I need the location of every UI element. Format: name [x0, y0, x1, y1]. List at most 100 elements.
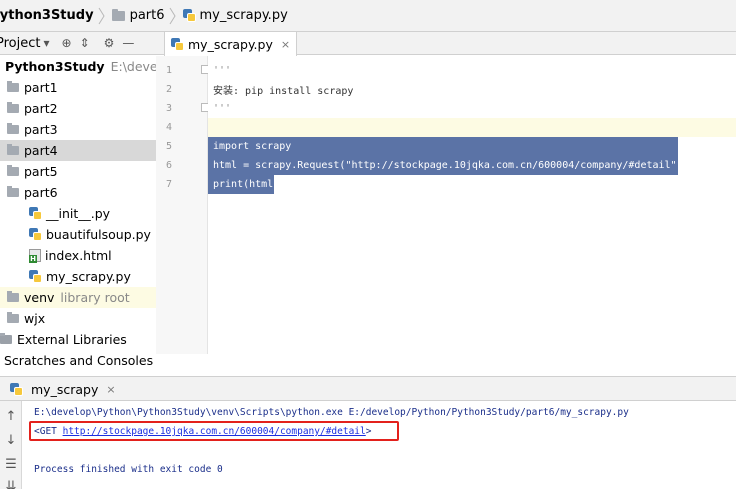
code-line: ''' [208, 61, 736, 80]
code-text: 安装: pip install scrapy [213, 86, 354, 97]
editor-tabbar: my_scrapy.py × [156, 32, 736, 56]
tree-item-my-scrapy-py[interactable]: my_scrapy.py [0, 266, 156, 287]
run-side-toolbar: ↑ ↓ ☰ ⇊ [0, 401, 22, 489]
tree-item-init-py[interactable]: __init__.py [0, 203, 156, 224]
tab-run-my-scrapy[interactable]: my_scrapy × [10, 377, 116, 401]
line-number: 1 [165, 65, 172, 76]
tree-item-label: part6 [24, 185, 58, 200]
tree-item-part2[interactable]: part2 [0, 98, 156, 119]
console-exit-line: Process finished with exit code 0 [34, 464, 223, 475]
folder-icon [111, 8, 125, 21]
close-icon[interactable]: × [106, 383, 115, 396]
line-number: 5 [165, 141, 172, 152]
line-number: 4 [165, 122, 172, 133]
code-line-current [208, 118, 736, 137]
python-file-icon [29, 270, 42, 283]
tree-item-label: part4 [24, 143, 58, 158]
breadcrumb: Python3Study part6 my_scrapy.py [0, 0, 736, 32]
tree-item-label: part2 [24, 101, 58, 116]
python-file-icon [182, 9, 196, 22]
close-icon[interactable]: × [281, 38, 290, 51]
editor-gutter: 1 2 3 4 5 6 7 [156, 56, 210, 354]
tree-item-part4[interactable]: part4 [0, 140, 156, 161]
selected-code-text: html = scrapy.Request("http://stockpage.… [208, 156, 683, 175]
line-number: 7 [165, 179, 172, 190]
soft-wrap-icon[interactable]: ☰ [3, 457, 19, 473]
folder-icon [7, 186, 19, 197]
line-number: 3 [165, 103, 172, 114]
folder-icon [7, 123, 19, 134]
tree-item-wjx[interactable]: wjx [0, 308, 156, 329]
html-file-icon [29, 249, 41, 263]
folder-icon [7, 312, 19, 323]
tree-item-label: part5 [24, 164, 58, 179]
tree-item-index-html[interactable]: index.html [0, 245, 156, 266]
line-number: 6 [165, 160, 172, 171]
hide-panel-icon[interactable]: — [122, 36, 134, 50]
project-panel-title[interactable]: Project [0, 36, 40, 51]
tree-item-buautifulsoup-py[interactable]: buautifulsoup.py [0, 224, 156, 245]
tree-item-part5[interactable]: part5 [0, 161, 156, 182]
tree-root-path: E:\develop\Python\Python3Study [110, 59, 156, 74]
tree-item-label: buautifulsoup.py [46, 227, 151, 242]
dropdown-arrow-icon[interactable]: ▾ [43, 36, 49, 50]
breadcrumb-file[interactable]: my_scrapy.py [200, 8, 288, 23]
tree-item-label: venv [24, 290, 55, 305]
folder-icon [7, 144, 19, 155]
run-tab-label: my_scrapy [31, 381, 99, 397]
folder-icon [7, 165, 19, 176]
breadcrumb-folder[interactable]: part6 [130, 8, 165, 23]
tree-item-part1[interactable]: part1 [0, 77, 156, 98]
folder-icon [7, 291, 19, 302]
tree-root-label: Python3Study [5, 59, 105, 74]
selected-code-text: import scrapy [208, 137, 678, 156]
annotation-highlight-box [29, 421, 399, 441]
tree-root[interactable]: Python3Study E:\develop\Python\Python3St… [0, 56, 156, 77]
line-number: 2 [165, 84, 172, 95]
code-line: html = scrapy.Request("http://stockpage.… [208, 156, 736, 175]
chevron-right-icon [169, 7, 176, 24]
code-line: 安装: pip install scrapy [208, 80, 736, 99]
locate-file-icon[interactable]: ⊕ [62, 36, 72, 50]
chevron-right-icon [98, 7, 105, 24]
console-command-line: E:\develop\Python\Python3Study\venv\Scri… [34, 407, 629, 418]
run-tabbar: my_scrapy × [0, 376, 736, 401]
tree-item-label: wjx [24, 311, 46, 326]
code-text: ''' [213, 65, 232, 76]
tree-item-label: part3 [24, 122, 58, 137]
project-tree: Python3Study E:\develop\Python\Python3St… [0, 56, 156, 374]
python-file-icon [29, 228, 42, 241]
tab-label: my_scrapy.py [188, 36, 273, 52]
breadcrumb-project[interactable]: Python3Study [0, 8, 94, 23]
project-toolbar: Project ▾ ⊕ ⇕ ⚙ — [0, 32, 156, 55]
tree-item-label: __init__.py [46, 206, 111, 221]
gear-icon[interactable]: ⚙ [104, 36, 115, 50]
tree-item-venv[interactable]: venv library root [0, 287, 156, 308]
tree-item-part6[interactable]: part6 [0, 182, 156, 203]
run-console[interactable]: E:\develop\Python\Python3Study\venv\Scri… [22, 401, 736, 489]
tree-item-scratches[interactable]: Scratches and Consoles [0, 350, 156, 371]
scroll-down-icon[interactable]: ↓ [3, 433, 19, 449]
tree-item-part3[interactable]: part3 [0, 119, 156, 140]
tree-item-external-libraries[interactable]: External Libraries [0, 329, 156, 350]
python-file-icon [171, 37, 184, 51]
tree-item-label: my_scrapy.py [46, 269, 131, 284]
tab-my-scrapy[interactable]: my_scrapy.py × [164, 32, 298, 56]
python-run-icon [10, 382, 23, 396]
collapse-all-icon[interactable]: ⇕ [80, 36, 90, 50]
folder-icon [7, 81, 19, 92]
code-line: import scrapy [208, 137, 736, 156]
python-file-icon [29, 207, 42, 220]
scroll-up-icon[interactable]: ↑ [3, 409, 19, 425]
tree-item-label: part1 [24, 80, 58, 95]
library-root-note: library root [60, 290, 130, 305]
selected-code-text: print(html) [208, 175, 279, 194]
code-editor[interactable]: ''' 安装: pip install scrapy ''' import sc… [208, 56, 736, 354]
code-text: ''' [213, 103, 232, 114]
code-line: print(html) [208, 175, 736, 194]
library-icon [0, 333, 12, 344]
tree-item-label: Scratches and Consoles [4, 353, 154, 368]
scroll-to-end-icon[interactable]: ⇊ [3, 479, 19, 489]
code-line: ''' [208, 99, 736, 118]
tree-item-label: index.html [45, 248, 112, 263]
